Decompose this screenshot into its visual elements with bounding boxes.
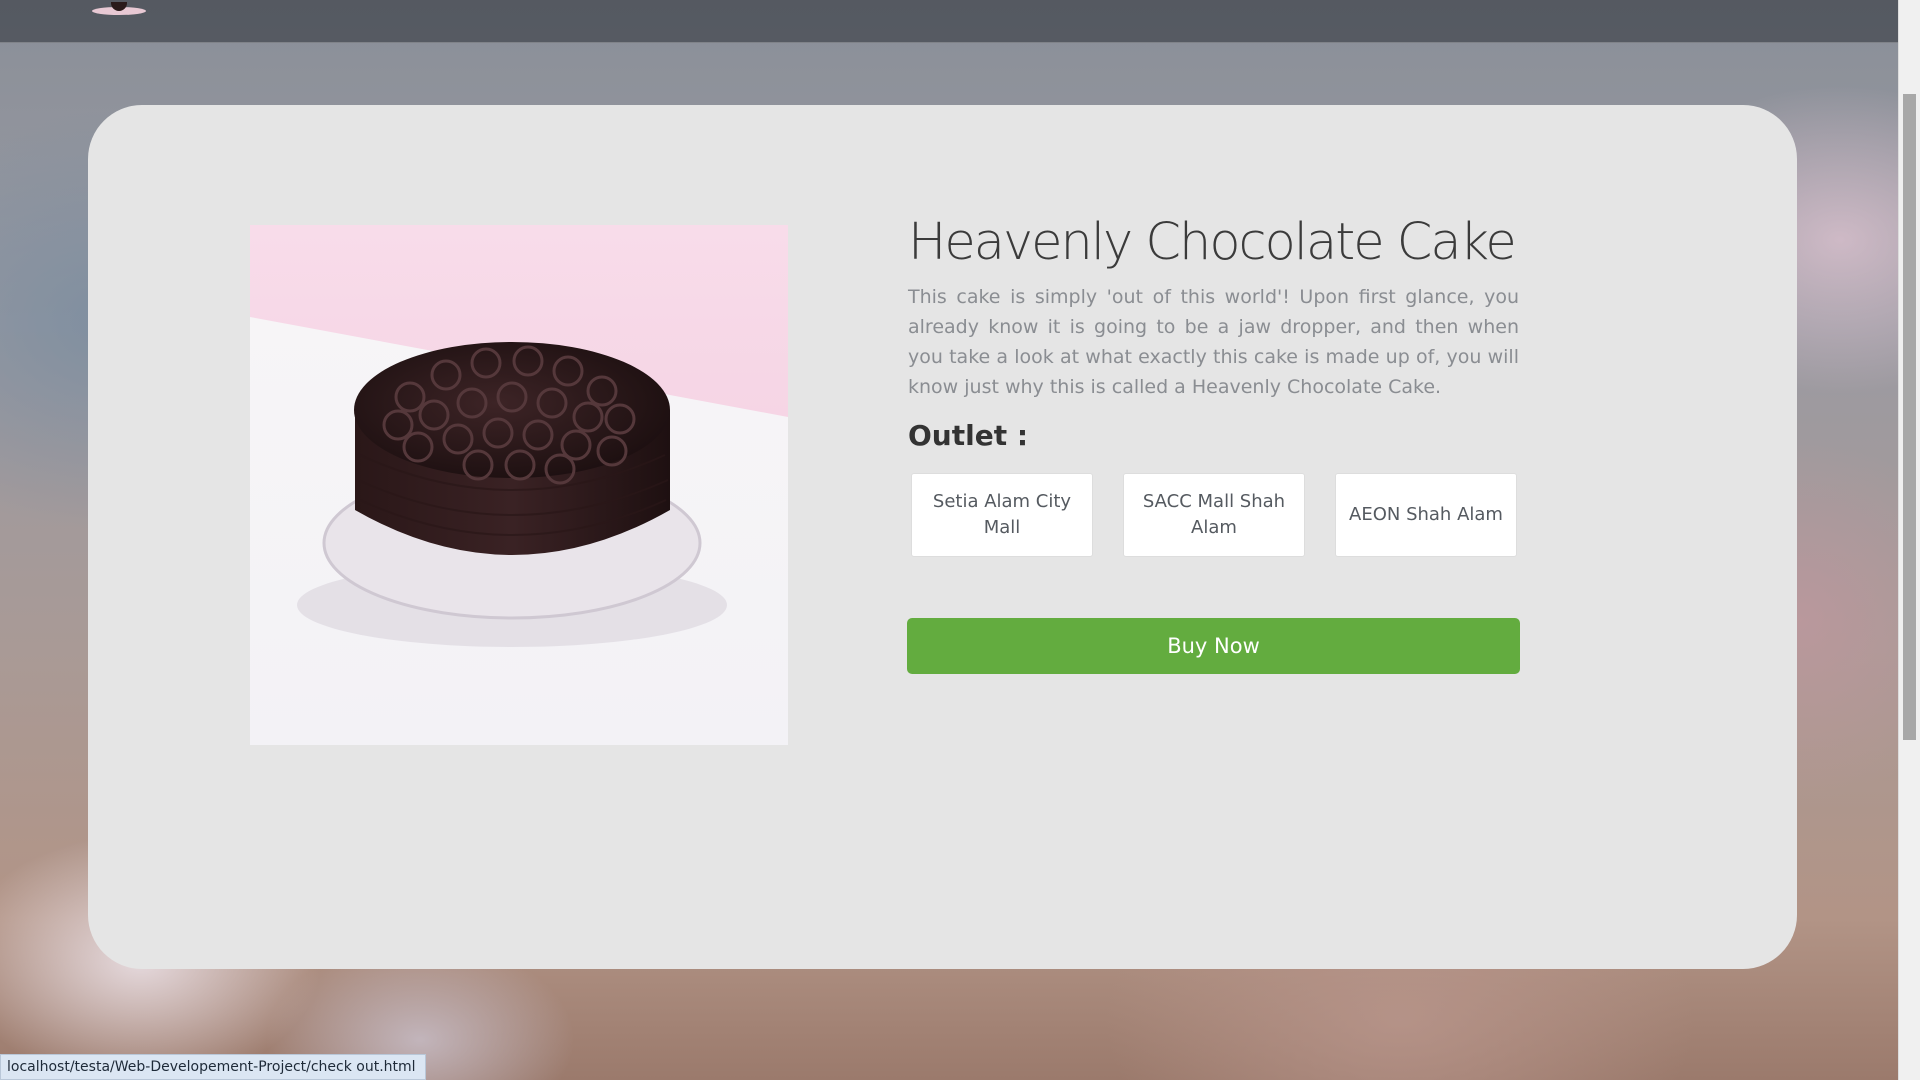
product-description: This cake is simply 'out of this world'!…	[908, 286, 1519, 398]
scrollbar-thumb[interactable]	[1903, 94, 1916, 740]
buy-now-button[interactable]: Buy Now	[907, 618, 1520, 674]
site-logo[interactable]	[92, 2, 146, 15]
page-viewport: Heavenly Chocolate Cake This cake is sim…	[0, 0, 1920, 1080]
vertical-scrollbar[interactable]	[1898, 0, 1920, 1080]
outlet-option-sacc-mall-shah-alam[interactable]: SACC Mall Shah Alam	[1123, 473, 1305, 557]
chocolate-cake-image	[250, 225, 788, 745]
top-navbar	[0, 0, 1899, 43]
outlet-option-setia-alam-city-mall[interactable]: Setia Alam City Mall	[911, 473, 1093, 557]
outlet-heading: Outlet :	[908, 419, 1029, 452]
product-card: Heavenly Chocolate Cake This cake is sim…	[88, 105, 1797, 969]
outlet-option-aeon-shah-alam[interactable]: AEON Shah Alam	[1335, 473, 1517, 557]
product-image	[250, 225, 788, 745]
status-bar-url: localhost/testa/Web-Developement-Project…	[0, 1054, 426, 1080]
product-title: Heavenly Chocolate Cake	[908, 213, 1517, 272]
